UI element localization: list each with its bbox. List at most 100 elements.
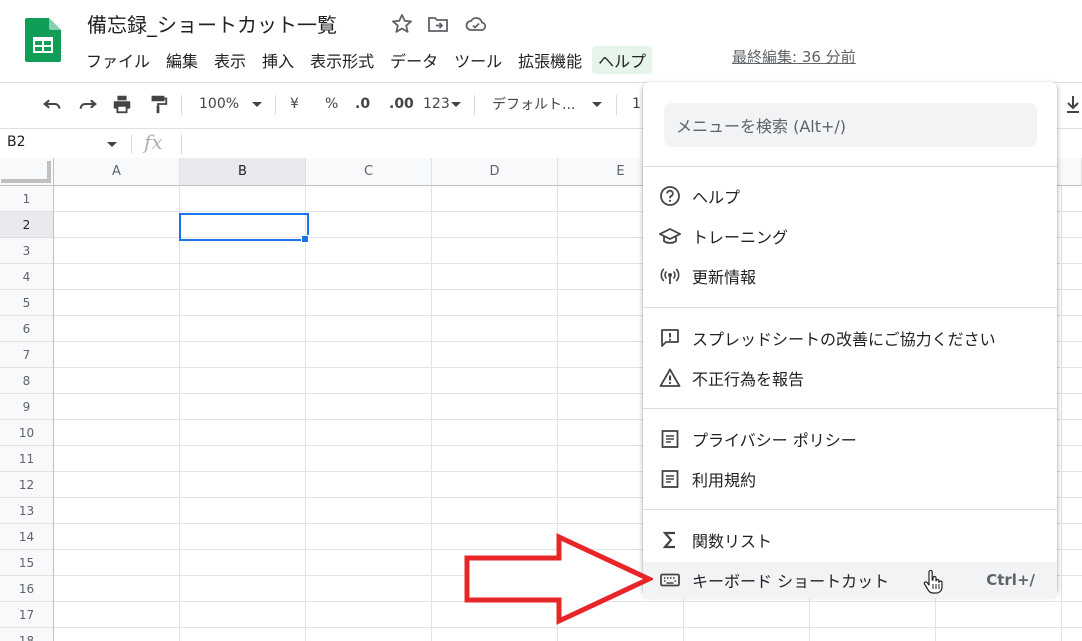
menu-item-label: 利用規約 [692, 471, 757, 490]
grid-line [305, 186, 306, 641]
row-header[interactable]: 5 [0, 290, 54, 316]
toolbar-divider [275, 95, 276, 115]
number-format-select[interactable]: 123 [423, 93, 450, 115]
fill-handle[interactable] [301, 235, 309, 243]
download-icon[interactable] [1064, 93, 1082, 115]
grid-line [54, 627, 1082, 628]
row-header[interactable]: 8 [0, 368, 54, 394]
menu-item-updates[interactable]: 更新情報 [643, 258, 1057, 294]
column-header-c[interactable]: C [306, 158, 432, 186]
menu-divider [643, 509, 1057, 510]
row-header[interactable]: 6 [0, 316, 54, 342]
broadcast-icon [660, 268, 680, 284]
feedback-icon [661, 329, 679, 347]
column-header-d[interactable]: D [432, 158, 558, 186]
undo-icon[interactable] [40, 93, 64, 115]
menu-item-function-list[interactable]: 関数リスト [643, 522, 1057, 558]
row-header[interactable]: 17 [0, 602, 54, 628]
menu-tools[interactable]: ツール [448, 46, 508, 74]
redo-icon[interactable] [76, 93, 100, 115]
chevron-down-icon[interactable] [590, 93, 604, 115]
formula-bar-divider [131, 134, 132, 154]
chevron-down-icon[interactable] [106, 138, 118, 150]
row-header[interactable]: 10 [0, 420, 54, 446]
row-header[interactable]: 16 [0, 576, 54, 602]
column-header-b[interactable]: B [180, 158, 306, 186]
menu-item-label: ヘルプ [692, 188, 741, 207]
move-folder-icon[interactable] [426, 12, 450, 36]
menu-view[interactable]: 表示 [208, 46, 252, 74]
menu-item-improve[interactable]: スプレッドシートの改善にご協力ください [643, 320, 1057, 356]
menu-divider [643, 408, 1057, 409]
chevron-down-icon[interactable] [250, 93, 264, 115]
toolbar-divider [474, 95, 475, 115]
row-header[interactable]: 2 [0, 212, 54, 238]
menu-help[interactable]: ヘルプ [592, 46, 653, 74]
column-header-a[interactable]: A [54, 158, 180, 186]
zoom-select[interactable]: 100% [199, 93, 239, 115]
print-icon[interactable] [110, 93, 134, 115]
chevron-down-icon[interactable] [450, 93, 462, 115]
menu-item-label: プライバシー ポリシー [692, 431, 857, 450]
keyboard-icon [660, 573, 680, 587]
menu-extensions[interactable]: 拡張機能 [512, 46, 588, 74]
menu-insert[interactable]: 挿入 [256, 46, 300, 74]
menu-item-help[interactable]: ヘルプ [643, 178, 1057, 214]
row-header[interactable]: 3 [0, 238, 54, 264]
row-header[interactable]: 14 [0, 524, 54, 550]
decrease-decimal-button[interactable]: .0 [355, 93, 370, 115]
menu-data[interactable]: データ [384, 46, 444, 74]
grid-line [431, 186, 432, 641]
cloud-saved-icon[interactable] [464, 12, 488, 36]
row-header[interactable]: 12 [0, 472, 54, 498]
row-header[interactable]: 18 [0, 628, 54, 641]
row-header[interactable]: 11 [0, 446, 54, 472]
menu-item-label: スプレッドシートの改善にご協力ください [692, 330, 996, 349]
fx-icon: fx [144, 130, 163, 154]
shortcut-hint: Ctrl+/ [986, 571, 1035, 589]
row-header[interactable]: 15 [0, 550, 54, 576]
menu-bar: ファイル 編集 表示 挿入 表示形式 データ ツール 拡張機能 ヘルプ [80, 45, 656, 75]
menu-file[interactable]: ファイル [80, 46, 156, 74]
menu-item-privacy[interactable]: プライバシー ポリシー [643, 421, 1057, 457]
warning-icon [659, 368, 681, 387]
document-title[interactable]: 備忘録_ショートカット一覧 [87, 9, 337, 38]
sheets-logo-icon[interactable] [25, 18, 61, 62]
font-family-select[interactable]: デフォルト... [492, 93, 575, 115]
menu-item-keyboard-shortcuts[interactable]: キーボード ショートカット Ctrl+/ [643, 562, 1057, 598]
star-icon[interactable] [390, 12, 414, 36]
sigma-icon [662, 531, 675, 549]
document-icon [661, 430, 679, 448]
graduation-cap-icon [659, 227, 681, 244]
name-box[interactable]: B2 [7, 134, 26, 150]
menu-item-label: トレーニング [692, 228, 789, 247]
last-edit-link[interactable]: 最終編集: 36 分前 [732, 46, 856, 67]
row-header[interactable]: 13 [0, 498, 54, 524]
row-header[interactable]: 9 [0, 394, 54, 420]
menu-edit[interactable]: 編集 [160, 46, 204, 74]
menu-search-input[interactable]: メニューを検索 (Alt+/) [664, 103, 1037, 147]
menu-item-terms[interactable]: 利用規約 [643, 461, 1057, 497]
menu-item-training[interactable]: トレーニング [643, 218, 1057, 254]
menu-divider [643, 307, 1057, 308]
menu-divider [643, 166, 1057, 167]
percent-format-button[interactable]: % [325, 93, 338, 115]
row-header[interactable]: 4 [0, 264, 54, 290]
menu-item-label: 不正行為を報告 [692, 370, 805, 389]
currency-format-button[interactable]: ¥ [290, 93, 299, 115]
select-all-corner[interactable] [0, 158, 54, 186]
row-header[interactable]: 1 [0, 186, 54, 212]
row-header[interactable]: 7 [0, 342, 54, 368]
toolbar-divider [181, 95, 182, 115]
selected-cell-b2[interactable] [179, 213, 309, 241]
menu-item-report-abuse[interactable]: 不正行為を報告 [643, 360, 1057, 396]
grid-line [1061, 186, 1062, 641]
formula-bar-divider [181, 134, 182, 154]
document-icon [661, 470, 679, 488]
menu-item-label: キーボード ショートカット [692, 572, 890, 591]
paint-format-icon[interactable] [146, 93, 170, 115]
increase-decimal-button[interactable]: .00 [389, 93, 414, 115]
font-size-input[interactable]: 1 [632, 93, 641, 115]
menu-item-label: 関数リスト [692, 532, 773, 551]
menu-format[interactable]: 表示形式 [304, 46, 380, 74]
